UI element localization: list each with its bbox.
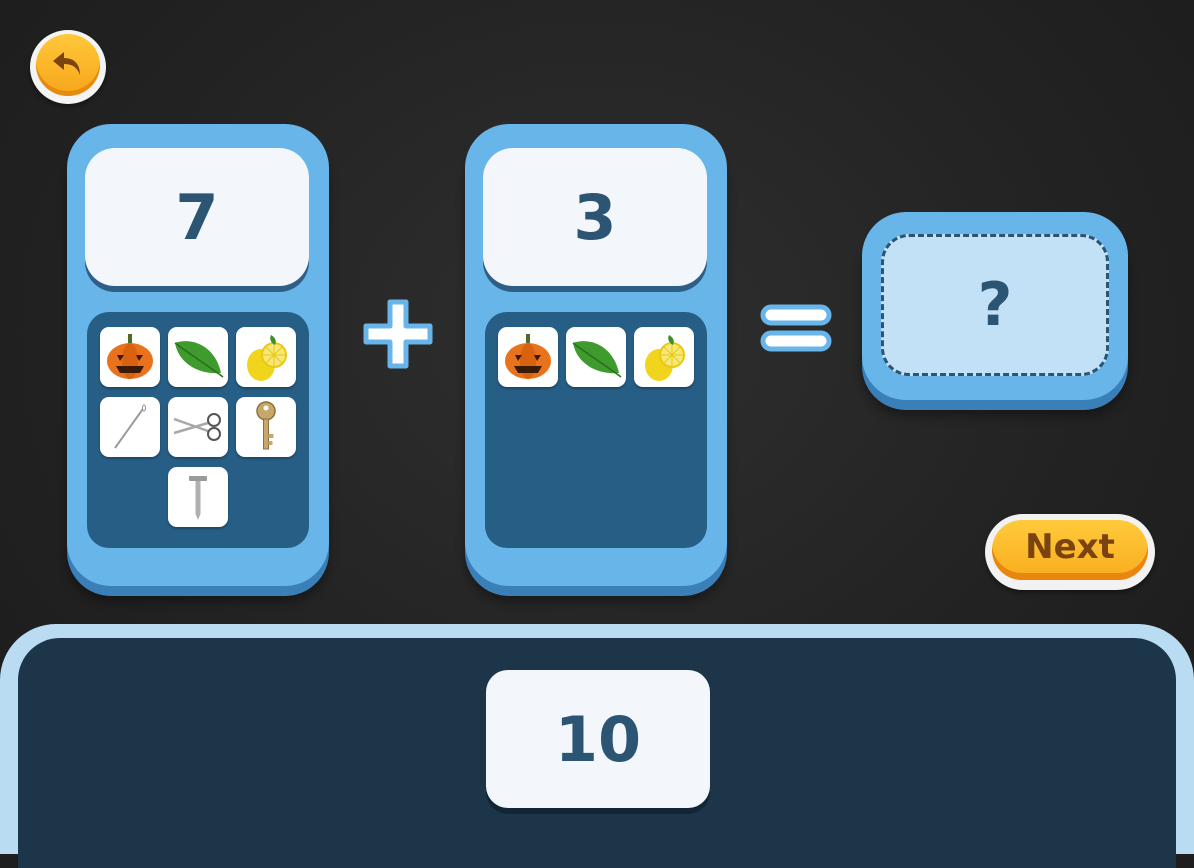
left-addend-card: 7 bbox=[67, 124, 329, 586]
item-tile bbox=[168, 467, 228, 527]
pumpkin-icon bbox=[505, 334, 551, 379]
item-tile bbox=[634, 327, 694, 387]
answer-option-card[interactable]: 10 bbox=[486, 670, 710, 808]
left-items-area bbox=[87, 312, 309, 548]
item-tile bbox=[566, 327, 626, 387]
item-tile bbox=[498, 327, 558, 387]
nail-icon bbox=[189, 476, 207, 520]
item-tile bbox=[236, 397, 296, 457]
answer-card: ? bbox=[862, 212, 1128, 400]
item-tile bbox=[236, 327, 296, 387]
leaf-icon bbox=[572, 341, 622, 378]
next-button-label: Next bbox=[992, 520, 1148, 580]
answer-drop-slot[interactable]: ? bbox=[881, 234, 1109, 376]
pumpkin-icon bbox=[107, 334, 153, 379]
plus-icon bbox=[363, 299, 433, 369]
scissors-icon bbox=[173, 413, 221, 441]
next-button[interactable]: Next bbox=[985, 514, 1155, 590]
leaf-icon bbox=[174, 341, 224, 378]
right-items-area bbox=[485, 312, 707, 548]
item-tile bbox=[100, 397, 160, 457]
lemon-icon bbox=[645, 335, 685, 381]
needle-icon bbox=[114, 404, 146, 449]
item-tile bbox=[168, 397, 228, 457]
back-button-face bbox=[36, 34, 100, 96]
back-arrow-icon bbox=[53, 52, 80, 75]
lemon-icon bbox=[247, 335, 287, 381]
left-number: 7 bbox=[85, 148, 309, 286]
equals-icon bbox=[760, 304, 832, 352]
back-button[interactable] bbox=[30, 30, 106, 104]
right-addend-card: 3 bbox=[465, 124, 727, 586]
item-tile bbox=[100, 327, 160, 387]
right-number: 3 bbox=[483, 148, 707, 286]
key-icon bbox=[256, 401, 276, 450]
item-tile bbox=[168, 327, 228, 387]
